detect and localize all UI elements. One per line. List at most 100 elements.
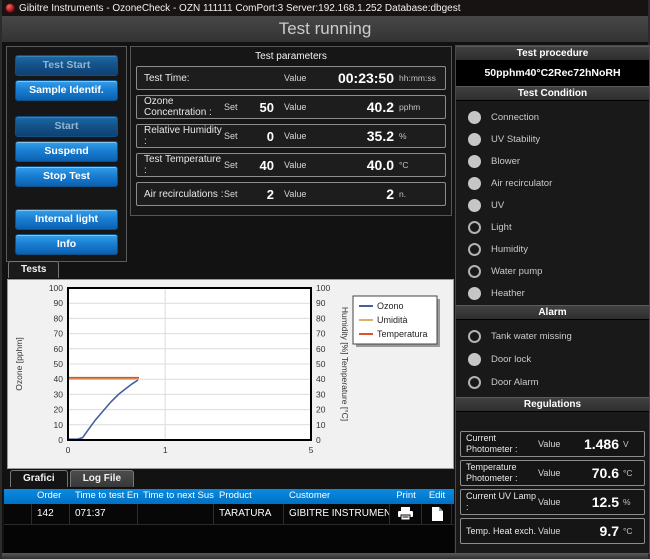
parameter-label: Relative Humidity : bbox=[144, 125, 224, 147]
table-header: Order Time to test End Time to next Susp… bbox=[4, 489, 454, 504]
svg-text:80: 80 bbox=[54, 313, 64, 323]
unit-label: % bbox=[394, 131, 438, 141]
svg-text:10: 10 bbox=[316, 420, 326, 430]
column-print[interactable]: Print bbox=[390, 489, 422, 504]
value-label: Value bbox=[538, 468, 574, 478]
parameter-label: Test Temperature : bbox=[144, 154, 224, 176]
condition-label: Connection bbox=[491, 112, 539, 123]
right-panel: Test procedure 50pphm40°C2Rec72hNoRH Tes… bbox=[455, 45, 650, 554]
svg-text:90: 90 bbox=[316, 298, 326, 308]
svg-text:60: 60 bbox=[316, 344, 326, 354]
status-led-icon bbox=[468, 133, 481, 146]
svg-text:100: 100 bbox=[316, 283, 330, 293]
title-bar: Gibitre Instruments - OzoneCheck - OZN 1… bbox=[2, 0, 648, 16]
status-led-icon bbox=[468, 111, 481, 124]
condition-label: Heather bbox=[491, 288, 525, 299]
regulation-label: Temperature Photometer : bbox=[466, 462, 538, 484]
svg-text:Umidità: Umidità bbox=[377, 315, 408, 325]
column-customer[interactable]: Customer bbox=[284, 489, 390, 504]
column-order[interactable]: Order bbox=[32, 489, 70, 504]
cell-product: TARATURA bbox=[214, 504, 284, 524]
svg-text:Temperatura: Temperatura bbox=[377, 329, 428, 339]
start-button[interactable]: Start bbox=[15, 116, 118, 137]
current-value: 35.2 bbox=[318, 128, 394, 144]
current-value: 00:23:50 bbox=[318, 70, 394, 86]
svg-text:70: 70 bbox=[316, 329, 326, 339]
parameter-row: Test Time: Value 00:23:50 hh:mm:ss bbox=[136, 66, 446, 90]
app-window: Gibitre Instruments - OzoneCheck - OZN 1… bbox=[0, 0, 650, 559]
condition-label: Humidity bbox=[491, 244, 528, 255]
status-led-icon bbox=[468, 376, 481, 389]
column-product[interactable]: Product bbox=[214, 489, 284, 504]
document-icon bbox=[430, 506, 444, 522]
regulation-row: Temperature Photometer : Value 70.6 °C bbox=[460, 460, 645, 486]
selector-column-header bbox=[4, 489, 32, 504]
test-procedure-value: 50pphm40°C2Rec72hNoRH bbox=[456, 61, 649, 86]
status-led-icon bbox=[468, 353, 481, 366]
current-value: 2 bbox=[318, 186, 394, 202]
condition-item: UV Stability bbox=[468, 128, 649, 150]
condition-item: Blower bbox=[468, 150, 649, 172]
window-bottom-frame bbox=[2, 553, 648, 559]
tab-grafici[interactable]: Grafici bbox=[10, 470, 68, 487]
condition-item: Air recirculator bbox=[468, 172, 649, 194]
set-label: Set bbox=[224, 160, 246, 170]
app-icon bbox=[5, 3, 15, 13]
unit-label: % bbox=[619, 497, 639, 507]
svg-text:10: 10 bbox=[54, 420, 64, 430]
parameter-row: Test Temperature : Set 40 Value 40.0 °C bbox=[136, 153, 446, 177]
column-time-test-end[interactable]: Time to test End bbox=[70, 489, 138, 504]
svg-text:5: 5 bbox=[309, 445, 314, 455]
parameter-rows: Test Time: Value 00:23:50 hh:mm:ss Ozone… bbox=[136, 66, 446, 206]
unit-label: °C bbox=[619, 526, 639, 536]
print-button[interactable] bbox=[390, 504, 422, 524]
svg-text:0: 0 bbox=[66, 445, 71, 455]
sample-identif-button[interactable]: Sample Identif. bbox=[15, 80, 118, 101]
current-value: 40.2 bbox=[318, 99, 394, 115]
svg-text:50: 50 bbox=[316, 359, 326, 369]
regulation-rows: Current Photometer : Value 1.486 V Tempe… bbox=[456, 431, 649, 544]
status-led-icon bbox=[468, 265, 481, 278]
parameter-row: Relative Humidity : Set 0 Value 35.2 % bbox=[136, 124, 446, 148]
current-value: 9.7 bbox=[574, 523, 619, 539]
parameter-label: Ozone Concentration : bbox=[144, 96, 224, 118]
svg-text:40: 40 bbox=[54, 374, 64, 384]
unit-label: n. bbox=[394, 189, 438, 199]
current-value: 70.6 bbox=[574, 465, 619, 481]
current-value: 40.0 bbox=[318, 157, 394, 173]
stop-test-button[interactable]: Stop Test bbox=[15, 166, 118, 187]
regulations-header: Regulations bbox=[456, 397, 649, 412]
column-edit[interactable]: Edit bbox=[422, 489, 452, 504]
info-button[interactable]: Info bbox=[15, 234, 118, 255]
unit-label: pphm bbox=[394, 102, 438, 112]
page-header: Test running bbox=[2, 16, 648, 42]
tests-table: Order Time to test End Time to next Susp… bbox=[4, 489, 454, 553]
window-title: Gibitre Instruments - OzoneCheck - OZN 1… bbox=[19, 3, 461, 14]
suspend-button[interactable]: Suspend bbox=[15, 141, 118, 162]
row-selector[interactable] bbox=[4, 504, 32, 524]
table-row[interactable]: 142 071:37 TARATURA GIBITRE INSTRUMENTS … bbox=[4, 504, 454, 525]
status-led-icon bbox=[468, 330, 481, 343]
internal-light-button[interactable]: Internal light bbox=[15, 209, 118, 230]
value-label: Value bbox=[284, 189, 318, 199]
condition-label: Blower bbox=[491, 156, 520, 167]
cell-time-test-end: 071:37 bbox=[70, 504, 138, 524]
condition-item: Light bbox=[468, 216, 649, 238]
column-time-next-susp[interactable]: Time to next Susp. bbox=[138, 489, 214, 504]
svg-text:Humidity [%] Temperature [°C]: Humidity [%] Temperature [°C] bbox=[340, 307, 350, 421]
regulation-label: Temp. Heat exch. bbox=[466, 526, 538, 537]
value-label: Value bbox=[538, 497, 574, 507]
svg-text:0: 0 bbox=[58, 435, 63, 445]
tab-log-file[interactable]: Log File bbox=[70, 470, 134, 487]
condition-item: Heather bbox=[468, 282, 649, 304]
svg-text:70: 70 bbox=[54, 329, 64, 339]
test-chart: 0010102020303040405050606070708080909010… bbox=[8, 280, 453, 468]
tab-tests[interactable]: Tests bbox=[8, 261, 59, 278]
regulation-row: Current Photometer : Value 1.486 V bbox=[460, 431, 645, 457]
unit-label: °C bbox=[619, 468, 639, 478]
test-start-button[interactable]: Test Start bbox=[15, 55, 118, 76]
regulation-label: Current UV Lamp : bbox=[466, 491, 538, 513]
edit-button[interactable] bbox=[422, 504, 452, 524]
value-label: Value bbox=[284, 102, 318, 112]
svg-text:80: 80 bbox=[316, 313, 326, 323]
